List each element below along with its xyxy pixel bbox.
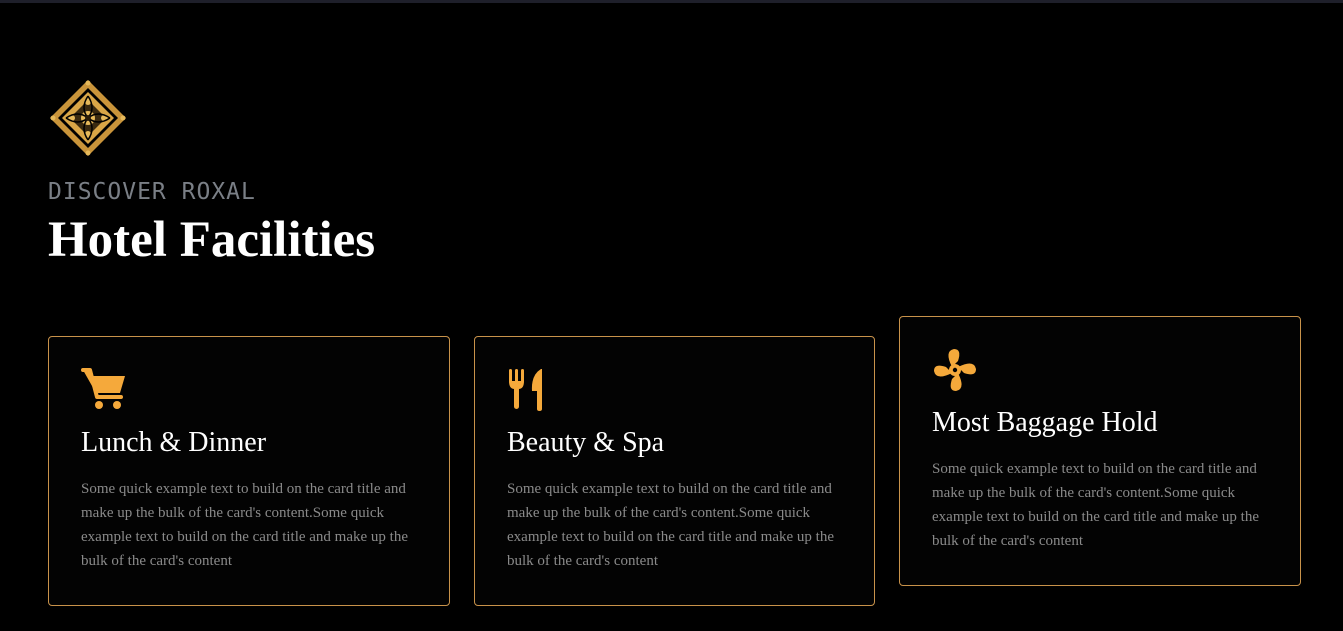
card-title: Most Baggage Hold: [932, 407, 1158, 438]
section-eyebrow: DISCOVER ROXAL: [48, 179, 256, 205]
facility-card-lunch-dinner: Lunch & Dinner Some quick example text t…: [48, 336, 450, 606]
card-title: Beauty & Spa: [507, 427, 665, 458]
shopping-cart-icon: [81, 367, 127, 413]
card-title: Lunch & Dinner: [81, 427, 267, 458]
card-text: Some quick example text to build on the …: [507, 481, 834, 569]
card-text: Some quick example text to build on the …: [81, 481, 408, 569]
facility-card-beauty-spa: Beauty & Spa Some quick example text to …: [474, 336, 875, 606]
facility-card-baggage-hold: Most Baggage Hold Some quick example tex…: [899, 316, 1301, 586]
pinwheel-fan-icon: [932, 347, 978, 393]
fork-knife-icon: [507, 367, 553, 413]
top-border: [0, 0, 1343, 3]
ornament-emblem-icon: [48, 78, 128, 158]
section-title: Hotel Facilities: [48, 212, 376, 268]
card-text: Some quick example text to build on the …: [932, 461, 1259, 549]
